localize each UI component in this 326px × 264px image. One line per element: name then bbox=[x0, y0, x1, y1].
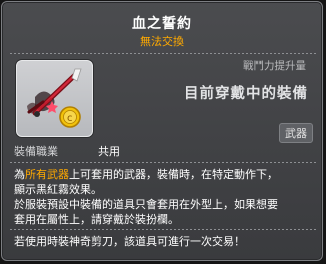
divider-middle bbox=[10, 162, 316, 163]
untradeable-label: 無法交換 bbox=[140, 35, 184, 48]
divider-bottom bbox=[10, 229, 316, 230]
description-line-3: 於服裝預設中裝備的道具只會套用在外型上，如果想要 bbox=[14, 198, 278, 211]
description-line-2: 顯示黑紅霧效果。 bbox=[14, 183, 102, 196]
description-line-1: 為所有武器上可套用的武器，裝備時，在特定動作下， bbox=[14, 167, 318, 182]
power-increase-label: 戰鬥力提升量 bbox=[243, 60, 306, 72]
description-line-4: 套用在屬性上，請穿戴於裝扮欄。 bbox=[14, 213, 179, 226]
item-icon-frame: c bbox=[16, 60, 93, 137]
item-title: 血之誓約 bbox=[132, 16, 192, 32]
item-icon: c bbox=[27, 68, 82, 128]
item-type-badge: 武器 bbox=[279, 123, 313, 143]
job-value: 共用 bbox=[98, 145, 120, 158]
job-label: 裝備職業 bbox=[14, 145, 58, 158]
currently-equipped-text: 目前穿戴中的裝備 bbox=[184, 86, 308, 102]
description-prefix: 為 bbox=[14, 168, 25, 181]
description-highlight: 所有武器 bbox=[25, 168, 69, 181]
description-suffix: 上可套用的武器，裝備時，在特定動作下， bbox=[69, 168, 278, 181]
svg-text:c: c bbox=[67, 113, 73, 124]
trade-note: 若使用時裝神奇剪刀，該道具可進行一次交易！ bbox=[14, 235, 245, 248]
item-tooltip: 血之誓約 無法交換 c 戰鬥力提升量 目前穿戴中的裝備 武器 裝備職業 共用 為… bbox=[1, 1, 323, 261]
divider-top bbox=[10, 53, 316, 54]
